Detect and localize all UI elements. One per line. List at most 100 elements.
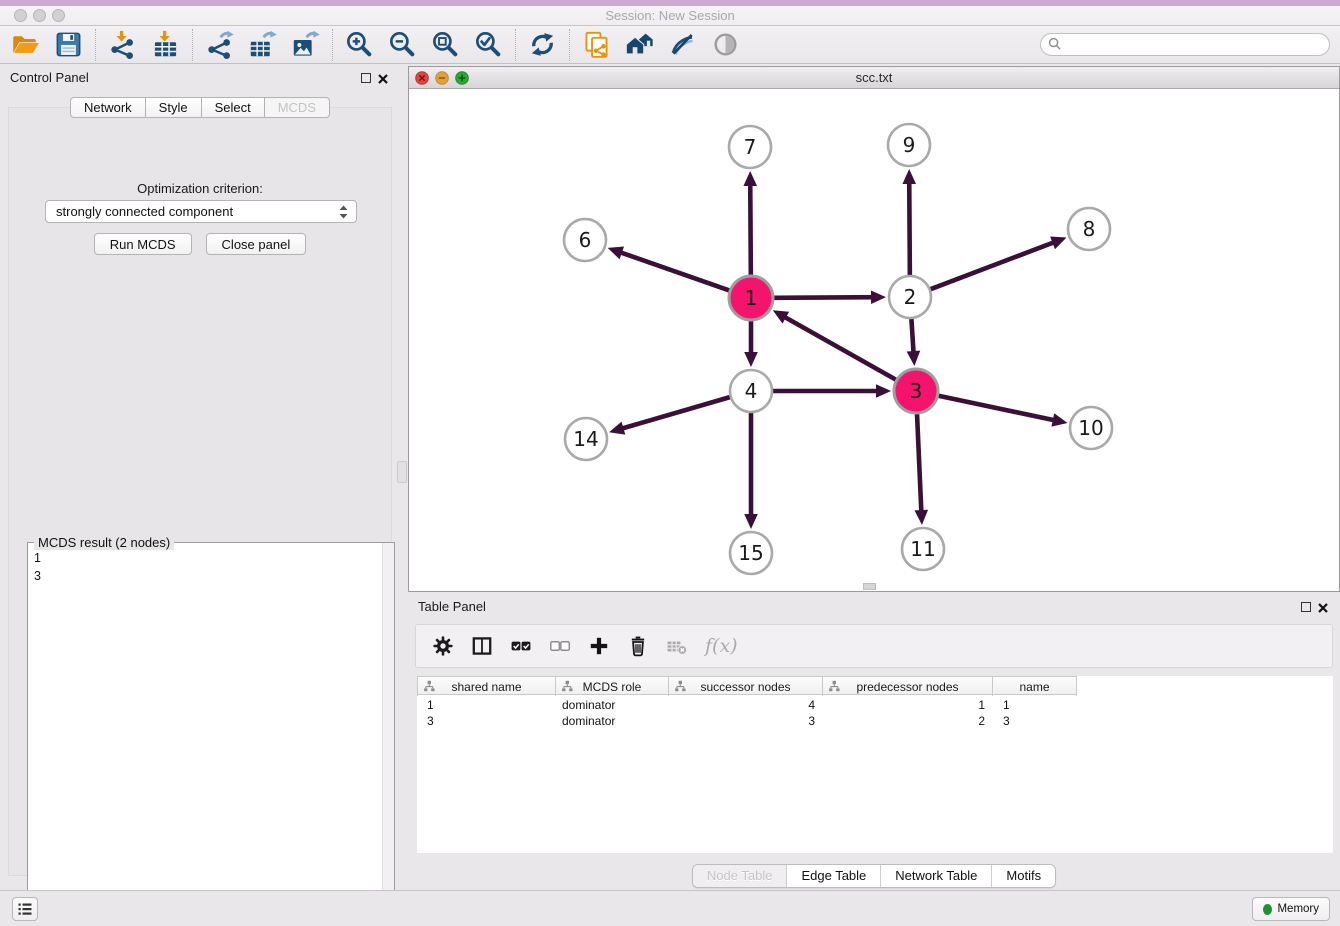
column-header-label: name [1019, 680, 1049, 694]
table-cell: dominator [556, 713, 669, 729]
graph-edge-arrowhead [871, 290, 886, 304]
table-tab-motifs[interactable]: Motifs [991, 865, 1055, 887]
graph-edge-arrowhead [743, 171, 757, 186]
import-network-button[interactable] [101, 28, 144, 62]
table-tab-network-table[interactable]: Network Table [880, 865, 991, 887]
control-tab-network[interactable]: Network [70, 97, 146, 118]
clone-network-button[interactable] [575, 28, 618, 62]
graph-edge-1-2[interactable] [774, 297, 878, 298]
column-header-label: shared name [451, 680, 521, 694]
column-header-name[interactable]: name [993, 677, 1077, 696]
toggle-columns-panel-button[interactable] [471, 635, 493, 657]
optimization-criterion-label: Optimization criterion: [9, 181, 391, 196]
memory-status-icon [1263, 904, 1272, 915]
mcds-result-scrollbar[interactable] [382, 543, 394, 912]
panel-splitter-grip[interactable] [397, 461, 407, 483]
optimization-criterion-select[interactable]: strongly connected component [45, 200, 357, 223]
import-table-button[interactable] [144, 28, 187, 62]
mcds-tab-panel: Optimization criterion: strongly connect… [8, 107, 392, 876]
zoom-in-button[interactable] [338, 28, 381, 62]
function-builder-button[interactable]: f(x) [705, 635, 738, 657]
canvas-horizontal-scrollbar[interactable] [863, 583, 876, 590]
run-mcds-button[interactable]: Run MCDS [94, 233, 192, 255]
column-type-icon [423, 680, 436, 693]
control-panel-close-icon[interactable] [377, 72, 389, 84]
network-canvas[interactable]: 7968124314101511 [409, 89, 1339, 591]
table-panel: Table Panel f(x) shared name MCDS role suc… [408, 595, 1340, 888]
search-icon [1048, 37, 1062, 51]
table-cell: 3 [993, 713, 1077, 729]
column-type-icon [561, 680, 574, 693]
table-tab-edge-table[interactable]: Edge Table [786, 865, 880, 887]
graph-edge-2-8[interactable] [931, 240, 1060, 289]
network-window-title: scc.txt [409, 67, 1339, 89]
table-body: 1dominator4113dominator323 [417, 697, 1333, 729]
select-stepper-icon [338, 204, 349, 220]
table-panel-close-icon[interactable] [1317, 601, 1329, 613]
zoom-selected-button[interactable] [467, 28, 510, 62]
column-header-successor-nodes[interactable]: successor nodes [669, 677, 823, 696]
window-title: Session: New Session [0, 6, 1340, 26]
column-header-label: MCDS role [583, 680, 642, 694]
toolbar-separator [332, 29, 333, 61]
control-panel-tabs: NetworkStyleSelectMCDS [0, 97, 400, 118]
graph-node-label-2: 2 [904, 285, 917, 309]
graph-edge-arrowhead [609, 422, 625, 435]
table-row[interactable]: 3dominator323 [417, 713, 1333, 729]
search-box [1040, 33, 1330, 56]
create-column-button[interactable] [588, 635, 610, 657]
mcds-result-box: MCDS result (2 nodes) 1 3 [27, 542, 395, 913]
table-tab-node-table[interactable]: Node Table [693, 865, 787, 887]
table-cell: dominator [556, 697, 669, 713]
graph-edge-1-7[interactable] [750, 179, 751, 275]
table-cell: 3 [669, 713, 823, 729]
main-toolbar [0, 26, 1340, 64]
column-header-label: predecessor nodes [856, 680, 958, 694]
column-header-shared-name[interactable]: shared name [417, 677, 556, 696]
close-panel-button[interactable]: Close panel [206, 233, 307, 255]
table-row[interactable]: 1dominator411 [417, 697, 1333, 713]
graph-edge-1-6[interactable] [615, 251, 729, 291]
birdseye-view-button[interactable] [618, 28, 661, 62]
toggle-graphics-details-button[interactable] [661, 28, 704, 62]
table-cell: 1 [823, 697, 993, 713]
memory-button[interactable]: Memory [1252, 897, 1330, 921]
control-panel-float-icon[interactable] [361, 73, 371, 83]
select-all-checks-button[interactable] [510, 635, 532, 657]
search-input[interactable] [1040, 33, 1330, 56]
graph-edge-2-9[interactable] [909, 177, 910, 275]
column-header-MCDS-role[interactable]: MCDS role [556, 677, 669, 696]
graph-edge-3-1[interactable] [780, 314, 896, 380]
graph-edge-arrowhead [907, 351, 921, 366]
deselect-all-checks-button[interactable] [549, 635, 571, 657]
titlebar: Session: New Session [0, 0, 1340, 26]
task-history-button[interactable] [12, 897, 38, 921]
column-settings-button[interactable] [432, 635, 454, 657]
graph-edge-3-10[interactable] [939, 396, 1060, 422]
column-header-predecessor-nodes[interactable]: predecessor nodes [823, 677, 993, 696]
graph-node-label-3: 3 [910, 379, 923, 403]
control-tab-select[interactable]: Select [202, 97, 265, 118]
network-view-window: scc.txt 7968124314101511 [408, 66, 1340, 592]
control-tab-style[interactable]: Style [146, 97, 202, 118]
graph-node-label-11: 11 [910, 537, 935, 561]
export-network-button[interactable] [198, 28, 241, 62]
save-session-button[interactable] [47, 28, 90, 62]
zoom-out-button[interactable] [381, 28, 424, 62]
control-tab-mcds[interactable]: MCDS [265, 97, 330, 118]
table-toolbar-icons [432, 635, 688, 657]
column-type-icon [828, 680, 841, 693]
graph-edge-3-11[interactable] [917, 414, 922, 517]
delete-column-button[interactable] [627, 635, 649, 657]
graph-edge-4-14[interactable] [617, 397, 730, 430]
graph-edge-arrowhead [608, 246, 624, 259]
graph-edge-arrowhead [744, 352, 758, 367]
export-table-button[interactable] [241, 28, 284, 62]
open-session-button[interactable] [4, 28, 47, 62]
export-image-button[interactable] [284, 28, 327, 62]
zoom-fit-button[interactable] [424, 28, 467, 62]
table-panel-float-icon[interactable] [1301, 602, 1311, 612]
table-panel-header: Table Panel [408, 595, 1340, 619]
apply-layout-button[interactable] [521, 28, 564, 62]
table-tab-group: Node TableEdge TableNetwork TableMotifs [692, 864, 1056, 888]
